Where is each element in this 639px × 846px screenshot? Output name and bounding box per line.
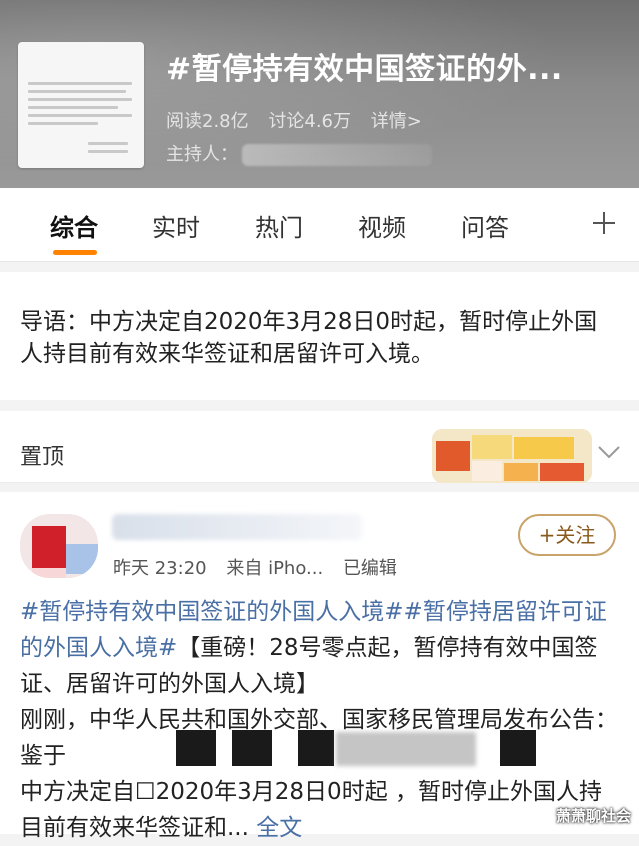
chevron-down-icon[interactable]: [596, 443, 622, 461]
plus-icon[interactable]: [591, 210, 617, 236]
host-name-redacted: [242, 144, 432, 166]
read-count: 阅读2.8亿: [166, 111, 249, 132]
redaction-block: [336, 732, 476, 766]
username-redacted[interactable]: [112, 514, 362, 540]
topic-stats: 阅读2.8亿 讨论4.6万 详情>: [166, 107, 436, 133]
post-body-line2: 中方决定自☐2020年3月28日0时起 ，暂时停止外国人持目前有效来华签证和..…: [20, 779, 603, 841]
topic-thumbnail[interactable]: [18, 42, 144, 168]
topic-intro: 导语：中方决定自2020年3月28日0时起，暂时停止外国人持目前有效来华签证和居…: [0, 272, 639, 400]
discuss-count: 讨论4.6万: [268, 111, 352, 132]
avatar[interactable]: [20, 514, 98, 578]
post-meta: 昨天 23:20 来自 iPho... 已编辑: [113, 554, 411, 580]
redaction-block: [176, 730, 216, 766]
topic-host: 主持人：: [166, 140, 432, 166]
calendar-icon: ☐: [135, 779, 156, 805]
intro-text: 导语：中方决定自2020年3月28日0时起，暂时停止外国人持目前有效来华签证和居…: [20, 309, 598, 367]
post-time: 昨天 23:20: [113, 558, 207, 579]
follow-button[interactable]: +关注: [518, 514, 616, 556]
pinned-section[interactable]: 置顶: [0, 411, 639, 483]
redaction-block: [298, 730, 334, 766]
post-source: 来自 iPho...: [226, 558, 324, 579]
tab-qa[interactable]: 问答: [461, 208, 509, 243]
tab-bar: 综合 实时 热门 视频 问答: [0, 188, 639, 262]
pinned-label: 置顶: [20, 445, 65, 470]
detail-link[interactable]: 详情>: [371, 111, 422, 132]
weibo-post: 昨天 23:20 来自 iPho... 已编辑 +关注 #暂停持有效中国签证的外…: [0, 492, 639, 841]
tab-comprehensive[interactable]: 综合: [50, 208, 98, 243]
topic-header: #暂停持有效中国签证的外... 阅读2.8亿 讨论4.6万 详情> 主持人：: [0, 0, 639, 188]
tab-video[interactable]: 视频: [358, 208, 406, 243]
tab-realtime[interactable]: 实时: [152, 208, 200, 243]
active-tab-indicator: [53, 250, 97, 255]
post-edited: 已编辑: [342, 558, 397, 579]
post-body: #暂停持有效中国签证的外国人入境##暂停持居留许可证的外国人入境#【重磅！28号…: [20, 594, 624, 846]
topic-title: #暂停持有效中国签证的外...: [166, 52, 563, 87]
fulltext-link[interactable]: 全文: [256, 815, 302, 841]
host-label: 主持人：: [166, 144, 238, 165]
redaction-block: [232, 730, 272, 766]
thumbnail-document-text: [28, 50, 134, 57]
tab-hot[interactable]: 热门: [255, 208, 303, 243]
watermark: 萧萧聊社会: [555, 807, 631, 825]
pinned-avatar-redacted: [432, 429, 592, 483]
redaction-block: [500, 730, 536, 766]
